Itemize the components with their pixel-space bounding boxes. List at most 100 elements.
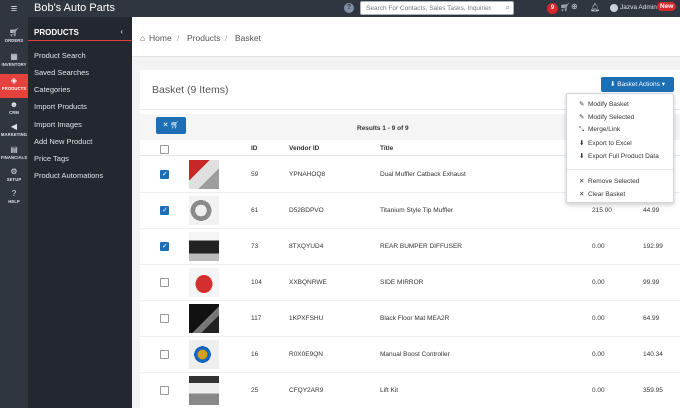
table-row[interactable]: 25 CFQY2AR9 Lift Kit 0.00 359.95 [140,373,680,408]
product-thumbnail[interactable] [189,340,219,369]
user-avatar-icon[interactable] [610,4,618,12]
cell-title[interactable]: Titanium Style Tip Muffler [380,207,453,214]
bell-icon[interactable]: 🔔︎ [590,3,600,12]
menu-item-modify-selected[interactable]: ✎ Modify Selected [579,113,634,121]
subnav-header: PRODUCTS ‹ [28,25,132,41]
edit-icon: ✎ [579,101,585,108]
subnav-item-import-images[interactable]: Import Images [34,120,82,129]
clear-basket-icon-button[interactable]: ✕ 🛒︎ [156,117,186,134]
product-thumbnail[interactable] [189,232,219,261]
header-id[interactable]: ID [251,145,258,152]
close-icon: ✕ [579,178,585,185]
global-search: ⌕ [360,1,514,15]
menu-item-merge-link[interactable]: ⤡ Merge/Link [579,126,620,134]
row-checkbox[interactable] [160,350,169,359]
product-thumbnail[interactable] [189,376,219,405]
menu-item-clear-basket[interactable]: ✕ Clear Basket [579,190,625,198]
cell-title[interactable]: Black Floor Mat MEA2R [380,315,449,322]
cell-title[interactable]: Dual Muffler Catback Exhaust [380,171,466,178]
add-circle-icon[interactable]: ⊕ [571,2,578,11]
table-row[interactable]: 16 R0X0E9QN Manual Boost Controller 0.00 140… [140,337,680,373]
select-all-checkbox[interactable] [160,145,169,154]
megaphone-icon: ◀ [10,122,18,131]
menu-item-export-full[interactable]: ⬇ Export Full Product Data [579,152,659,160]
row-checkbox[interactable] [160,278,169,287]
cell-vendor-id: D52BDPVO [289,207,324,214]
row-checkbox[interactable] [160,386,169,395]
subnav-item-product-automations[interactable]: Product Automations [34,171,103,180]
nav-inventory[interactable]: ▦ INVENTORY [0,50,28,74]
cart-icon[interactable]: 🛒︎ [560,3,570,12]
help-icon[interactable]: ? [344,3,354,13]
nav-financials[interactable]: ▤ FINANCIALS [0,143,28,167]
gear-icon: ⚙ [10,167,18,176]
brand-name[interactable]: Bob's Auto Parts [34,2,115,14]
cell-title[interactable]: SIDE MIRROR [380,279,423,286]
row-checkbox[interactable] [160,242,169,251]
search-input[interactable] [361,2,491,14]
subnav-item-product-search[interactable]: Product Search [34,51,86,60]
breadcrumb-separator: / [225,33,228,43]
cell-cost: 215.00 [592,207,612,214]
nav-crm[interactable]: ☻ CRM [0,98,28,122]
cell-price: 99.99 [643,279,660,286]
breadcrumb-products[interactable]: Products [187,33,221,43]
top-bar: ≡ Bob's Auto Parts ? ⌕ 9 🛒︎ ⊕ 🔔︎ Jazva A… [0,0,680,17]
table-row[interactable]: 117 1KPXFSHU Black Floor Mat MEA2R 0.00 64.9… [140,301,680,337]
subnav-item-categories[interactable]: Categories [34,85,70,94]
chart-icon: ▤ [10,145,18,154]
download-icon: ⬇ [579,140,585,147]
subnav-item-add-new-product[interactable]: Add New Product [34,137,92,146]
table-row[interactable]: 104 XXBQNRWE SIDE MIRROR 0.00 99.99 [140,265,680,301]
cell-title[interactable]: REAR BUMPER DIFFUSER [380,243,462,250]
menu-item-modify-basket[interactable]: ✎ Modify Basket [579,100,629,108]
product-thumbnail[interactable] [189,196,219,225]
basket-actions-menu: ✎ Modify Basket ✎ Modify Selected ⤡ Merge/L… [566,93,674,203]
question-icon: ? [11,189,17,198]
table-row[interactable]: 73 8TXQYUD4 REAR BUMPER DIFFUSER 0.00 192.99 [140,229,680,265]
products-subnav: PRODUCTS ‹ Product Search Saved Searches… [28,17,132,408]
cell-vendor-id: YPNAHOQ8 [289,171,326,178]
cell-title[interactable]: Lift Kit [380,387,398,394]
subnav-item-price-tags[interactable]: Price Tags [34,154,69,163]
cell-title[interactable]: Manual Boost Controller [380,351,450,358]
row-checkbox[interactable] [160,206,169,215]
row-checkbox[interactable] [160,170,169,179]
cell-vendor-id: R0X0E9QN [289,351,323,358]
nav-help[interactable]: ? HELP [0,187,28,211]
basket-actions-button[interactable]: ⬇ Basket Actions ▾ [601,77,674,92]
user-name[interactable]: Jazva Admin [620,4,657,11]
home-icon[interactable]: ⌂ [140,33,145,43]
cell-id: 25 [251,387,259,394]
product-thumbnail[interactable] [189,304,219,333]
breadcrumb-separator: / [177,33,180,43]
cell-price: 44.99 [643,207,660,214]
header-title[interactable]: Title [380,145,393,152]
cubes-icon: ▦ [10,52,18,61]
breadcrumb-home[interactable]: Home [149,33,172,43]
cell-price: 359.95 [643,387,663,394]
nav-orders[interactable]: 🛒︎ ORDERS [0,26,28,50]
cell-vendor-id: 1KPXFSHU [289,315,324,322]
nav-marketing[interactable]: ◀ MARKETING [0,120,28,144]
search-icon[interactable]: ⌕ [506,3,510,13]
main-content: ⌂ Home / Products / Basket Basket (9 Ite… [132,17,680,408]
cell-cost: 0.00 [592,315,605,322]
subnav-item-saved-searches[interactable]: Saved Searches [34,68,89,77]
users-icon: ☻ [9,100,19,109]
header-vendor-id[interactable]: Vendor ID [289,145,319,152]
menu-item-remove-selected[interactable]: ✕ Remove Selected [579,177,639,185]
product-thumbnail[interactable] [189,268,219,297]
row-checkbox[interactable] [160,314,169,323]
nav-setup[interactable]: ⚙ SETUP [0,165,28,189]
main-nav-rail: 🛒︎ ORDERS ▦ INVENTORY ◈ PRODUCTS ☻ CRM ◀ MARK… [0,17,28,408]
basket-count-badge[interactable]: 9 [547,3,558,14]
subnav-item-import-products[interactable]: Import Products [34,102,87,111]
new-badge[interactable]: New [657,2,677,11]
product-thumbnail[interactable] [189,160,219,189]
menu-item-export-excel[interactable]: ⬇ Export to Excel [579,139,632,147]
hamburger-menu-icon[interactable]: ≡ [0,0,28,17]
collapse-chevron-icon[interactable]: ‹ [120,27,123,36]
nav-products[interactable]: ◈ PRODUCTS [0,74,28,98]
cell-id: 59 [251,171,259,178]
